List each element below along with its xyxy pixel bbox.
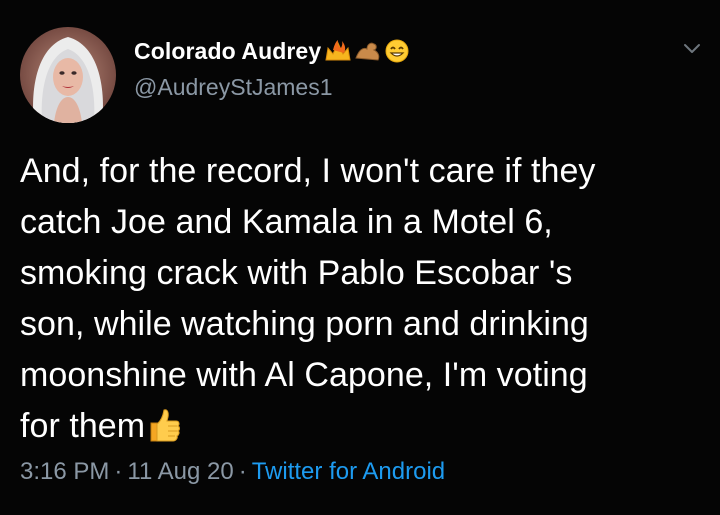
tweet-source-link[interactable]: Twitter for Android — [252, 458, 445, 485]
tweet-date[interactable]: 11 Aug 20 — [127, 458, 233, 485]
tweet-text-line: for them — [20, 407, 146, 445]
avatar-image — [20, 27, 116, 123]
tweet-card: Colorado Audrey @AudreyStJames1 And, for… — [0, 0, 720, 515]
tweet-text-line: catch Joe and Kamala in a Motel 6, — [20, 203, 553, 241]
tweet-text-line: moonshine with Al Capone, I'm voting — [20, 356, 588, 394]
author-handle[interactable]: @AudreyStJames1 — [134, 74, 333, 101]
chevron-down-icon[interactable] — [680, 36, 704, 60]
separator-dot: · — [238, 458, 247, 485]
tweet-text-line: smoking crack with Pablo Escobar 's — [20, 254, 573, 292]
tweet-last-line: for them — [20, 401, 710, 452]
name-emojis — [323, 38, 411, 64]
author-name-row[interactable]: Colorado Audrey — [134, 34, 411, 68]
tweet-text-line: son, while watching porn and drinking — [20, 305, 589, 343]
tweet-text: And, for the record, I won't care if the… — [20, 146, 710, 452]
thumbs-up-icon — [147, 407, 181, 443]
tweet-meta: 3:16 PM · 11 Aug 20 · Twitter for Android — [20, 458, 445, 486]
fire-crown-icon — [323, 38, 353, 64]
avatar[interactable] — [20, 27, 116, 123]
flexed-arm-icon — [353, 38, 383, 64]
smiling-face-icon — [383, 38, 411, 64]
separator-dot: · — [114, 458, 123, 485]
display-name[interactable]: Colorado Audrey — [134, 38, 321, 65]
tweet-time[interactable]: 3:16 PM — [20, 458, 109, 485]
tweet-text-line: And, for the record, I won't care if the… — [20, 152, 596, 190]
